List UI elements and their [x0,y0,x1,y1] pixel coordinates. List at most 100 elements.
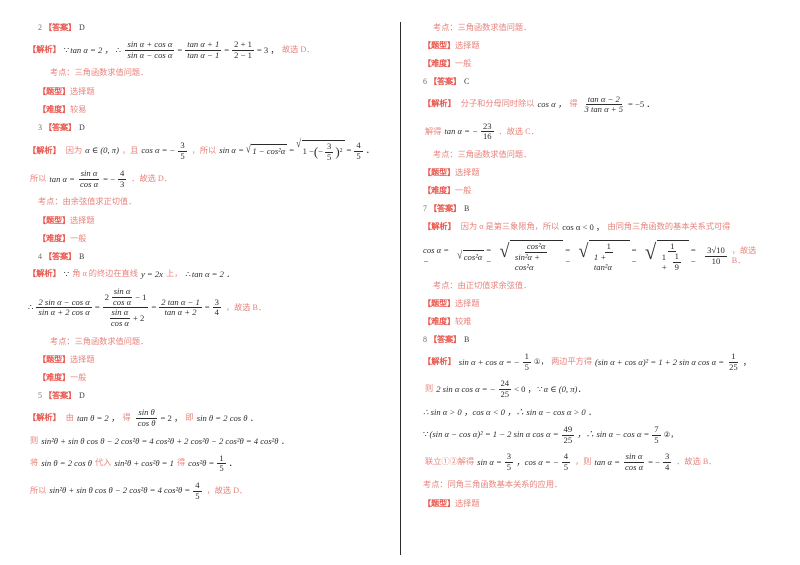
q5-line4: 所以 sin²θ + sin θ cos θ − 2 cos²θ = 4 cos… [28,479,382,501]
q7-difficulty-label: 【难度】 [423,316,455,326]
q5-line3-end: ． [228,458,238,469]
q3-difficulty-line: 【难度】一般 [38,233,382,245]
q5-line2: 则 sin²θ + sin θ cos θ − 2 cos²θ = 4 cos²… [28,436,382,447]
q8-line1: 【解析】 sin α + cos α = − 1 5 ①， 两边平方得 (sin… [423,352,772,372]
q8-l5-fraction-2: 4 5 [561,452,570,472]
q6-line2-end: ．故选 C． [498,126,539,136]
q6-difficulty-value: 一般 [454,186,472,196]
q3-sin-lhs: sin α = [219,145,244,156]
q5-line4-a: sin²θ + sin θ cos θ − 2 cos²θ = 4 cos²θ … [49,485,191,496]
q4-conclusion: ，故选 B． [225,302,267,312]
q7-difficulty-value: 较难 [454,316,472,326]
q3-analysis-label: 【解析】 [28,145,61,155]
q4-f2-numerator: 2 sin α cos α − 1 [102,287,149,309]
q7-sqrt3-body: 1 1 + tan²α [588,240,630,272]
q5-qtype-label: 【题型】 [423,41,455,51]
q8-qtype-line: 【题型】选择题 [423,498,772,510]
q2-fraction-3: 2 + 1 2 − 1 [232,39,254,60]
q8-l4-den: 25 [563,434,573,445]
q7-equals-1: = − [486,245,492,267]
q2-frac3-denominator: 2 − 1 [234,49,252,60]
q3-line2-res-den: 3 [119,178,125,189]
q4-text-2: 上， [165,269,183,279]
q3-because-text: 因为 [65,145,83,155]
q7-text-1: 因为 α 是第三象限角，所以 [460,221,560,231]
q2-answer-label: 【答案】 [44,23,76,32]
q7-qtype-value: 选择题 [454,298,480,308]
q3-inner-fraction: 3 5 [325,141,334,162]
q2-conclusion: 故选 D． [281,44,315,54]
q5-line3-den: 5 [219,463,224,474]
q8-l5-fraction-3: sin α cos α [623,452,645,472]
q8-answer-label: 【答案】 [429,335,461,345]
left-column: 2 【答案】 D 【解析】 ∵ tan α = 2 ， ∴ sin α + cos … [28,22,400,555]
q4-number: 4 [38,251,42,261]
q5-line3-fraction: 1 5 [217,453,226,474]
q4-equals-3: = [204,302,210,313]
q7-f3-den-lead: 1 + [661,251,667,272]
q4-f4-den: 4 [214,307,219,318]
q3-sqrt1-body: 1 − cos²α [251,144,288,157]
q3-difficulty-value: 一般 [69,233,87,243]
q7-sqrt-2: √ cos²α sin²α + cos²α [500,240,564,272]
q8-l5-fraction-4: 3 4 [662,452,672,472]
q5-line3-mid: 代入 [94,458,112,468]
q5-line4-den: 5 [195,490,200,501]
q4-difficulty-line: 【难度】一般 [38,372,382,384]
q8-l1-end: ， [742,356,752,367]
q8-l4-b: ，∴ sin α − cos α = [577,429,650,440]
q2-qtype-line: 【题型】选择题 [38,86,382,98]
q7-sqrt2-body: cos²α sin²α + cos²α [509,240,564,272]
q5-frac-den: cos θ [137,417,156,428]
q4-line-equation: y = 2x [140,269,163,280]
q6-fraction: tan α − 2 3 tan α + 5 [583,94,625,115]
q3-result-num: 4 [354,139,363,152]
q3-result-equals: = [346,145,352,156]
q4-text-1: 角 α 的终边在直线 [72,269,138,279]
q5-fraction: sin θ cos θ [136,408,158,428]
q6-qtype-line: 【题型】选择题 [423,167,772,179]
radical-icon: √ [578,240,589,262]
q5-qtype-line: 【题型】选择题 [423,40,772,52]
q4-qtype-value: 选择题 [69,354,95,364]
q8-l5-fraction-1: 3 5 [504,452,514,472]
q2-difficulty-label: 【难度】 [38,104,70,114]
q7-sqrt4-body: 1 1 + 1 9 [656,239,689,273]
q2-fraction-2: tan α + 1 tan α − 1 [185,39,222,60]
q3-and-text: ，且 [121,145,139,155]
q5-line4-end: ，故选 D． [206,485,248,495]
q8-l5-a: sin α = [477,456,502,467]
q5-get-text: 得 [122,413,131,423]
q3-inner-frac-den: 5 [327,151,332,162]
q5-line4-num: 4 [193,479,202,492]
q8-line4: ∵ (sin α − cos α)² = 1 − 2 sin α cos α =… [423,423,772,445]
q3-alpha-range: α ∈ (0, π) [85,145,119,156]
q3-so-text: ，所以 [191,145,217,155]
q8-l4-res-num: 7 [652,423,661,436]
q3-cos-frac-num: 3 [178,139,187,152]
q5-line3-a: sin θ = 2 cos θ [41,458,92,469]
q5-focus-line: 考点：三角函数求值问题． [433,23,532,32]
q5-tan-eq: tan θ = 2 ， [76,412,120,423]
q7-main-equation: cos α = − √ cos²α = − √ cos²α sin²α + co… [423,239,772,273]
q7-sqrt1-body: cos²α [462,249,485,262]
q6-difficulty-label: 【难度】 [423,186,455,196]
q8-l1-result-fraction: 1 25 [727,352,740,372]
radical-icon: √ [457,247,463,261]
q5-number: 5 [38,391,42,401]
q6-line2-den: 16 [482,131,492,142]
q3-line2: 所以 tan α = sin α cos α = − 4 3 ．故选 D． [28,169,382,189]
q3-cos-frac-den: 5 [180,150,185,161]
q4-f1-den: sin α + 2 cos α [38,307,90,318]
q3-qtype-label: 【题型】 [38,215,70,225]
q3-inner-sign: − [318,146,324,157]
q8-l5-e: = − [648,456,660,467]
q3-line2-end: ．故选 D． [131,174,172,183]
q7-answer-line: 7 【答案】 B [423,203,772,215]
q4-fraction-4: 3 4 [212,297,221,318]
q4-answer-line: 4 【答案】 B [38,251,382,263]
q3-line2-tan: tan α = [49,173,75,184]
q3-sqrt2-body: 1 − ( − 3 5 ) 2 [301,139,345,162]
q3-sqrt-1: √ 1 − cos²α [246,143,288,157]
q4-answer-value: B [78,251,85,261]
